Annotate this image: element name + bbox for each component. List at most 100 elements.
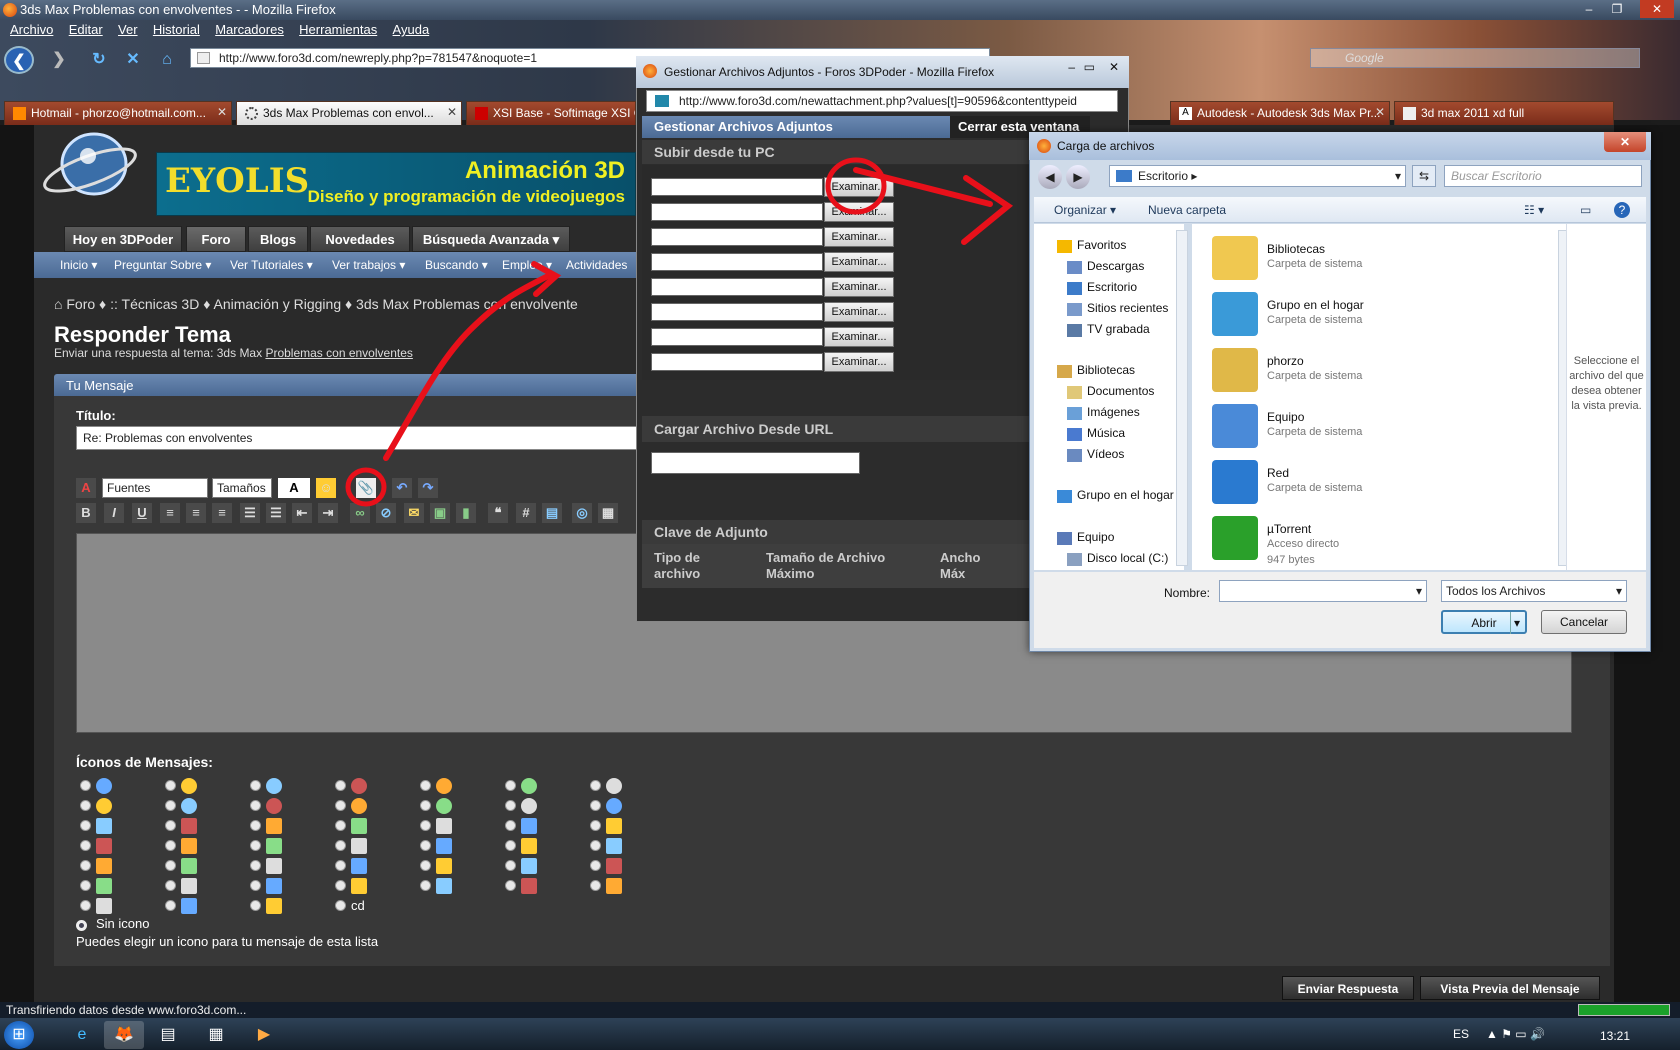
icon-radio[interactable] (80, 860, 91, 871)
forward-icon[interactable]: ❯ (44, 46, 74, 74)
icon-radio[interactable] (590, 820, 601, 831)
crumb-foro[interactable]: Foro (66, 296, 95, 312)
icon-radio[interactable] (250, 860, 261, 871)
icon-radio[interactable] (420, 840, 431, 851)
icon-radio[interactable] (505, 840, 516, 851)
icon-radio[interactable] (80, 880, 91, 891)
icon-radio[interactable] (420, 860, 431, 871)
icon-radio[interactable] (165, 780, 176, 791)
back-icon[interactable]: ❮ (4, 46, 34, 74)
home-icon[interactable]: ⌂ (54, 296, 62, 312)
icon-radio[interactable] (80, 780, 91, 791)
tab-close-icon[interactable]: ✕ (217, 105, 227, 119)
filename-input[interactable]: ▾ (1219, 580, 1427, 602)
menu-ayuda[interactable]: Ayuda (393, 22, 430, 37)
tab-blogs[interactable]: Blogs (248, 226, 308, 252)
reload-icon[interactable]: ↻ (84, 46, 114, 74)
file-name[interactable]: Grupo en el hogar (1267, 298, 1364, 312)
align-right-icon[interactable]: ≡ (212, 503, 232, 523)
outdent-icon[interactable]: ⇤ (292, 503, 312, 523)
browse-button[interactable]: Examinar... (824, 177, 894, 197)
email-icon[interactable]: ✉ (404, 503, 424, 523)
attachment-url-bar[interactable]: http://www.foro3d.com/newattachment.php?… (646, 90, 1118, 112)
icon-radio[interactable] (420, 800, 431, 811)
icon-radio[interactable] (505, 820, 516, 831)
icon-radio[interactable] (335, 900, 346, 911)
link-icon[interactable]: ∞ (350, 503, 370, 523)
icon-radio[interactable] (335, 800, 346, 811)
icon-radio[interactable] (250, 880, 261, 891)
icon-radio[interactable] (250, 800, 261, 811)
browse-button[interactable]: Examinar... (824, 302, 894, 322)
nav-item[interactable]: Vídeos (1087, 447, 1124, 461)
submit-reply-button[interactable]: Enviar Respuesta (1282, 976, 1414, 1000)
icon-radio[interactable] (165, 800, 176, 811)
subnav-tutoriales[interactable]: Ver Tutoriales ▾ (230, 258, 313, 272)
bold-icon[interactable]: B (76, 503, 96, 523)
tab-hoy[interactable]: Hoy en 3DPoder (64, 226, 182, 252)
search-input[interactable]: Google (1310, 48, 1640, 68)
italic-icon[interactable]: I (104, 503, 124, 523)
help-icon[interactable]: ? (1614, 202, 1630, 218)
indent-icon[interactable]: ⇥ (318, 503, 338, 523)
icon-radio[interactable] (165, 880, 176, 891)
icon-radio[interactable] (250, 900, 261, 911)
icon-radio[interactable] (250, 780, 261, 791)
nav-item[interactable]: Documentos (1087, 384, 1154, 398)
organize-button[interactable]: Organizar ▾ (1054, 203, 1116, 217)
preview-pane-icon[interactable]: ▭ (1580, 203, 1591, 217)
ie-icon[interactable]: e (62, 1021, 102, 1049)
icon-radio[interactable] (505, 880, 516, 891)
new-folder-button[interactable]: Nueva carpeta (1148, 203, 1226, 217)
icon-radio[interactable] (590, 880, 601, 891)
browse-button[interactable]: Examinar... (824, 327, 894, 347)
nav-item[interactable]: Disco local (C:) (1087, 551, 1168, 565)
nav-scrollbar[interactable] (1176, 230, 1188, 566)
nav-item[interactable]: Bibliotecas (1077, 363, 1135, 377)
chevron-down-icon[interactable]: ▾ (1416, 584, 1422, 598)
home-icon[interactable]: ⌂ (152, 46, 182, 74)
subnav-actividades[interactable]: Actividades (566, 258, 627, 272)
tab-close-icon[interactable]: ✕ (447, 105, 457, 119)
video-icon[interactable]: ▮ (456, 503, 476, 523)
hash-icon[interactable]: # (516, 503, 536, 523)
icon-radio[interactable] (590, 780, 601, 791)
view-options-icon[interactable]: ☷ ▾ (1524, 203, 1544, 217)
unlink-icon[interactable]: ⊘ (376, 503, 396, 523)
icon-radio[interactable] (505, 800, 516, 811)
menu-archivo[interactable]: Archivo (10, 22, 53, 37)
icon-radio[interactable] (335, 780, 346, 791)
remove-format-icon[interactable]: A (76, 478, 96, 498)
tab-3dmax2011[interactable]: 3d max 2011 xd full (1394, 101, 1614, 125)
icon-radio[interactable] (420, 780, 431, 791)
menu-marcadores[interactable]: Marcadores (215, 22, 284, 37)
upload-file-input[interactable] (651, 353, 823, 371)
nav-item[interactable]: Equipo (1077, 530, 1114, 544)
icon-radio[interactable] (335, 860, 346, 871)
tab-hotmail[interactable]: Hotmail - phorzo@hotmail.com... ✕ (4, 101, 232, 125)
browse-button[interactable]: Examinar... (824, 252, 894, 272)
site-logo[interactable] (40, 130, 140, 198)
icon-radio[interactable] (80, 820, 91, 831)
location-bar[interactable]: Escritorio ▸ ▾ (1109, 165, 1406, 187)
forward-icon[interactable]: ▶ (1066, 165, 1090, 189)
minimize-icon[interactable]: – (1068, 60, 1075, 74)
maximize-icon[interactable]: ▭ (1084, 60, 1095, 74)
dialog-search-input[interactable]: Buscar Escritorio (1444, 165, 1642, 187)
file-name[interactable]: Equipo (1267, 410, 1304, 424)
attach-icon[interactable]: 📎 (356, 478, 376, 498)
icon-radio[interactable] (505, 780, 516, 791)
close-icon[interactable]: ✕ (1109, 60, 1119, 74)
code-icon[interactable]: ▤ (542, 503, 562, 523)
tab-3dsmax[interactable]: 3ds Max Problemas con envol... ✕ (236, 101, 462, 125)
browse-button[interactable]: Examinar... (824, 277, 894, 297)
menu-herramientas[interactable]: Herramientas (299, 22, 377, 37)
crumb-animacion[interactable]: Animación y Rigging (213, 296, 341, 312)
subnav-trabajos[interactable]: Ver trabajos ▾ (332, 258, 405, 272)
text-color-icon[interactable]: A (278, 478, 310, 498)
tab-close-icon[interactable]: ✕ (1375, 105, 1385, 119)
redo-icon[interactable]: ↷ (418, 478, 438, 498)
browse-button[interactable]: Examinar... (824, 202, 894, 222)
icon-radio[interactable] (165, 900, 176, 911)
language-indicator[interactable]: ES (1453, 1027, 1469, 1041)
